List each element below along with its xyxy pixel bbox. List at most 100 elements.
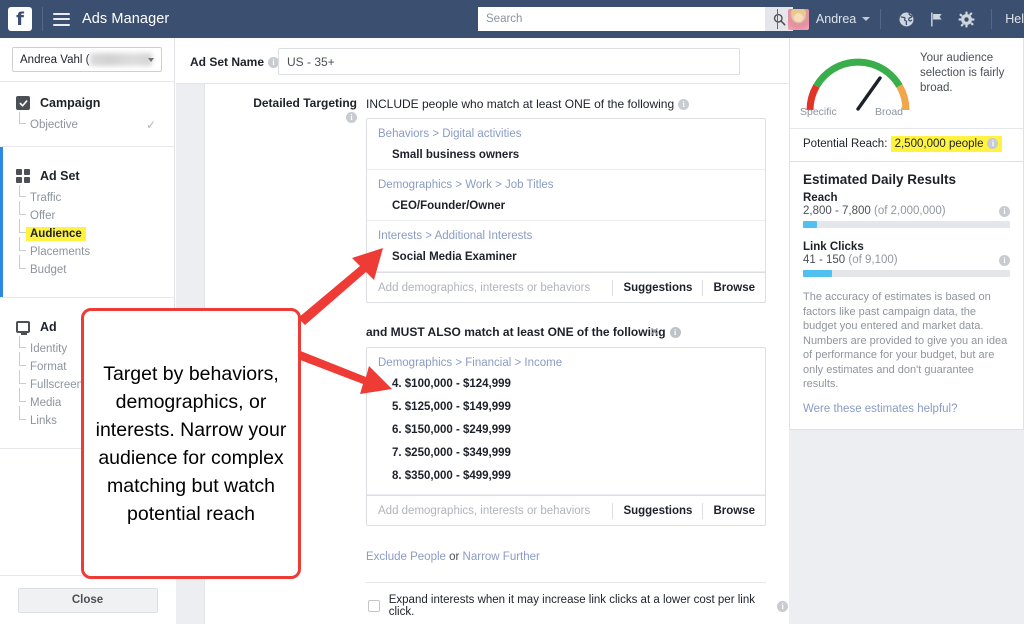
tree-line xyxy=(19,336,26,348)
adset-name-label: Ad Set Name xyxy=(190,55,265,69)
narrow-targeting-box: Demographics > Financial > Income 4. $10… xyxy=(366,347,766,526)
sidebar-item-offer[interactable]: Offer xyxy=(0,201,174,225)
metric-value-link-clicks: 41 - 150 (of 9,100) i xyxy=(803,254,1010,266)
exclude-people-link[interactable]: Exclude People xyxy=(366,551,446,563)
metric-value-reach: 2,800 - 7,800 (of 2,000,000) i xyxy=(803,205,1010,217)
top-navigation-bar: f Ads Manager Andrea He xyxy=(0,0,1024,38)
gauge-broad-label: Broad xyxy=(875,106,904,118)
estimated-results-card: Estimated Daily Results Reach 2,800 - 7,… xyxy=(789,162,1024,430)
include-section-title: INCLUDE people who match at least ONE of… xyxy=(366,97,690,111)
sidebar-item-label: Objective xyxy=(30,119,78,131)
expand-interests-row: Expand interests when it may increase li… xyxy=(368,594,788,618)
targeting-search-input[interactable]: Add demographics, interests or behaviors xyxy=(367,505,612,517)
browse-button[interactable]: Browse xyxy=(703,282,765,294)
info-icon[interactable]: i xyxy=(777,600,788,612)
targeting-path[interactable]: Behaviors > Digital activities xyxy=(378,127,755,142)
narrow-further-link[interactable]: Narrow Further xyxy=(463,551,540,563)
checkbox-checked-icon xyxy=(16,96,30,110)
targeting-path[interactable]: Interests > Additional Interests xyxy=(378,229,755,244)
gauge-message: Your audience selection is fairly broad. xyxy=(920,52,1005,94)
expand-interests-checkbox[interactable] xyxy=(368,600,380,612)
targeting-value: Social Media Examiner xyxy=(392,251,517,263)
flag-icon[interactable] xyxy=(926,9,946,29)
estimated-results-title: Estimated Daily Results xyxy=(803,172,957,187)
info-icon[interactable]: i xyxy=(987,138,999,149)
sidebar-item-label: Audience xyxy=(26,227,86,241)
estimates-helpful-link[interactable]: Were these estimates helpful? xyxy=(803,403,1010,415)
monitor-icon xyxy=(16,321,30,335)
top-right-controls: Andrea Hel xyxy=(767,0,1024,38)
grid-icon xyxy=(16,169,30,183)
expand-interests-label: Expand interests when it may increase li… xyxy=(388,594,755,618)
metric-total-link-clicks: (of 9,100) xyxy=(848,254,898,266)
targeting-value: 6. $150,000 - $249,999 xyxy=(392,424,511,436)
info-icon[interactable]: i xyxy=(669,327,681,338)
chevron-down-icon[interactable] xyxy=(862,17,871,21)
gauge-specific-label: Specific xyxy=(800,106,837,118)
sidebar-item-label: Budget xyxy=(30,264,67,276)
search-input[interactable] xyxy=(478,7,765,31)
narrow-input-row: Add demographics, interests or behaviors… xyxy=(367,495,765,525)
sidebar-section-label: Campaign xyxy=(40,96,101,110)
user-name[interactable]: Andrea xyxy=(816,12,856,26)
check-icon: ✓ xyxy=(145,118,156,132)
info-icon[interactable]: i xyxy=(999,255,1010,266)
metric-label-reach: Reach xyxy=(803,192,838,204)
tree-line xyxy=(19,201,26,215)
sidebar-item-adset[interactable]: Ad Set xyxy=(0,169,174,183)
targeting-value: 4. $100,000 - $124,999 xyxy=(392,378,511,390)
sidebar-item-placements[interactable]: Placements xyxy=(0,237,174,261)
sidebar-item-label: Format xyxy=(30,361,67,373)
hamburger-menu-icon[interactable] xyxy=(53,12,70,26)
account-id-blurred xyxy=(90,53,153,66)
suggestions-button[interactable]: Suggestions xyxy=(613,282,702,294)
globe-icon[interactable] xyxy=(896,9,916,29)
sidebar-item-objective[interactable]: Objective ✓ xyxy=(0,112,174,134)
close-icon[interactable]: × xyxy=(650,324,658,338)
tree-line xyxy=(19,388,26,402)
account-name: Andrea Vahl ( xyxy=(20,53,90,66)
divider xyxy=(42,7,43,31)
sidebar-item-label: Fullscreen xyxy=(30,379,84,391)
facebook-logo-icon[interactable]: f xyxy=(8,7,32,31)
info-icon[interactable]: i xyxy=(678,99,690,110)
metric-total-reach: (of 2,000,000) xyxy=(873,205,946,217)
info-icon[interactable]: i xyxy=(999,206,1010,217)
browse-button[interactable]: Browse xyxy=(703,505,765,517)
estimates-disclaimer: The accuracy of estimates is based on fa… xyxy=(803,291,1008,390)
targeting-row: Behaviors > Digital activities Small bus… xyxy=(367,119,765,170)
account-selector[interactable]: Andrea Vahl ( xyxy=(12,47,162,72)
adset-name-input[interactable] xyxy=(278,48,740,75)
divider xyxy=(366,582,766,583)
sidebar-section-label: Ad Set xyxy=(40,169,80,183)
sidebar-item-budget[interactable]: Budget xyxy=(0,255,174,279)
exclude-narrow-links: Exclude People or Narrow Further xyxy=(366,551,540,563)
sidebar-item-campaign[interactable]: Campaign xyxy=(0,96,174,110)
sidebar-section-label: Ad xyxy=(40,320,57,334)
chevron-down-icon xyxy=(148,57,154,62)
help-label[interactable]: Hel xyxy=(1005,12,1024,26)
or-label: or xyxy=(445,551,463,563)
sidebar-item-audience[interactable]: Audience xyxy=(0,219,174,243)
avatar[interactable] xyxy=(787,8,809,30)
suggestions-button[interactable]: Suggestions xyxy=(613,505,702,517)
targeting-search-input[interactable]: Add demographics, interests or behaviors xyxy=(367,282,612,294)
divider xyxy=(776,9,778,29)
sidebar-item-traffic[interactable]: Traffic xyxy=(0,185,174,207)
sidebar-item-label: Offer xyxy=(30,210,56,222)
close-button[interactable]: Close xyxy=(17,587,158,613)
tree-line xyxy=(19,219,26,233)
targeting-path[interactable]: Demographics > Financial > Income xyxy=(378,356,755,371)
gear-icon[interactable] xyxy=(956,9,976,29)
sidebar-item-label: Links xyxy=(30,415,57,427)
sidebar-item-label: Media xyxy=(30,397,62,409)
account-selector-bar: Andrea Vahl ( xyxy=(0,38,174,82)
sidebar-section-adset: Ad Set Traffic Offer Audience Placements… xyxy=(0,147,174,298)
metric-bar-reach xyxy=(803,221,1010,228)
targeting-path[interactable]: Demographics > Work > Job Titles xyxy=(378,178,755,193)
search-bar xyxy=(478,7,793,31)
sidebar-item-label: Traffic xyxy=(30,192,62,204)
info-icon[interactable]: i xyxy=(346,112,357,123)
sidebar-item-label: Placements xyxy=(30,246,91,258)
targeting-value: Small business owners xyxy=(392,149,520,161)
